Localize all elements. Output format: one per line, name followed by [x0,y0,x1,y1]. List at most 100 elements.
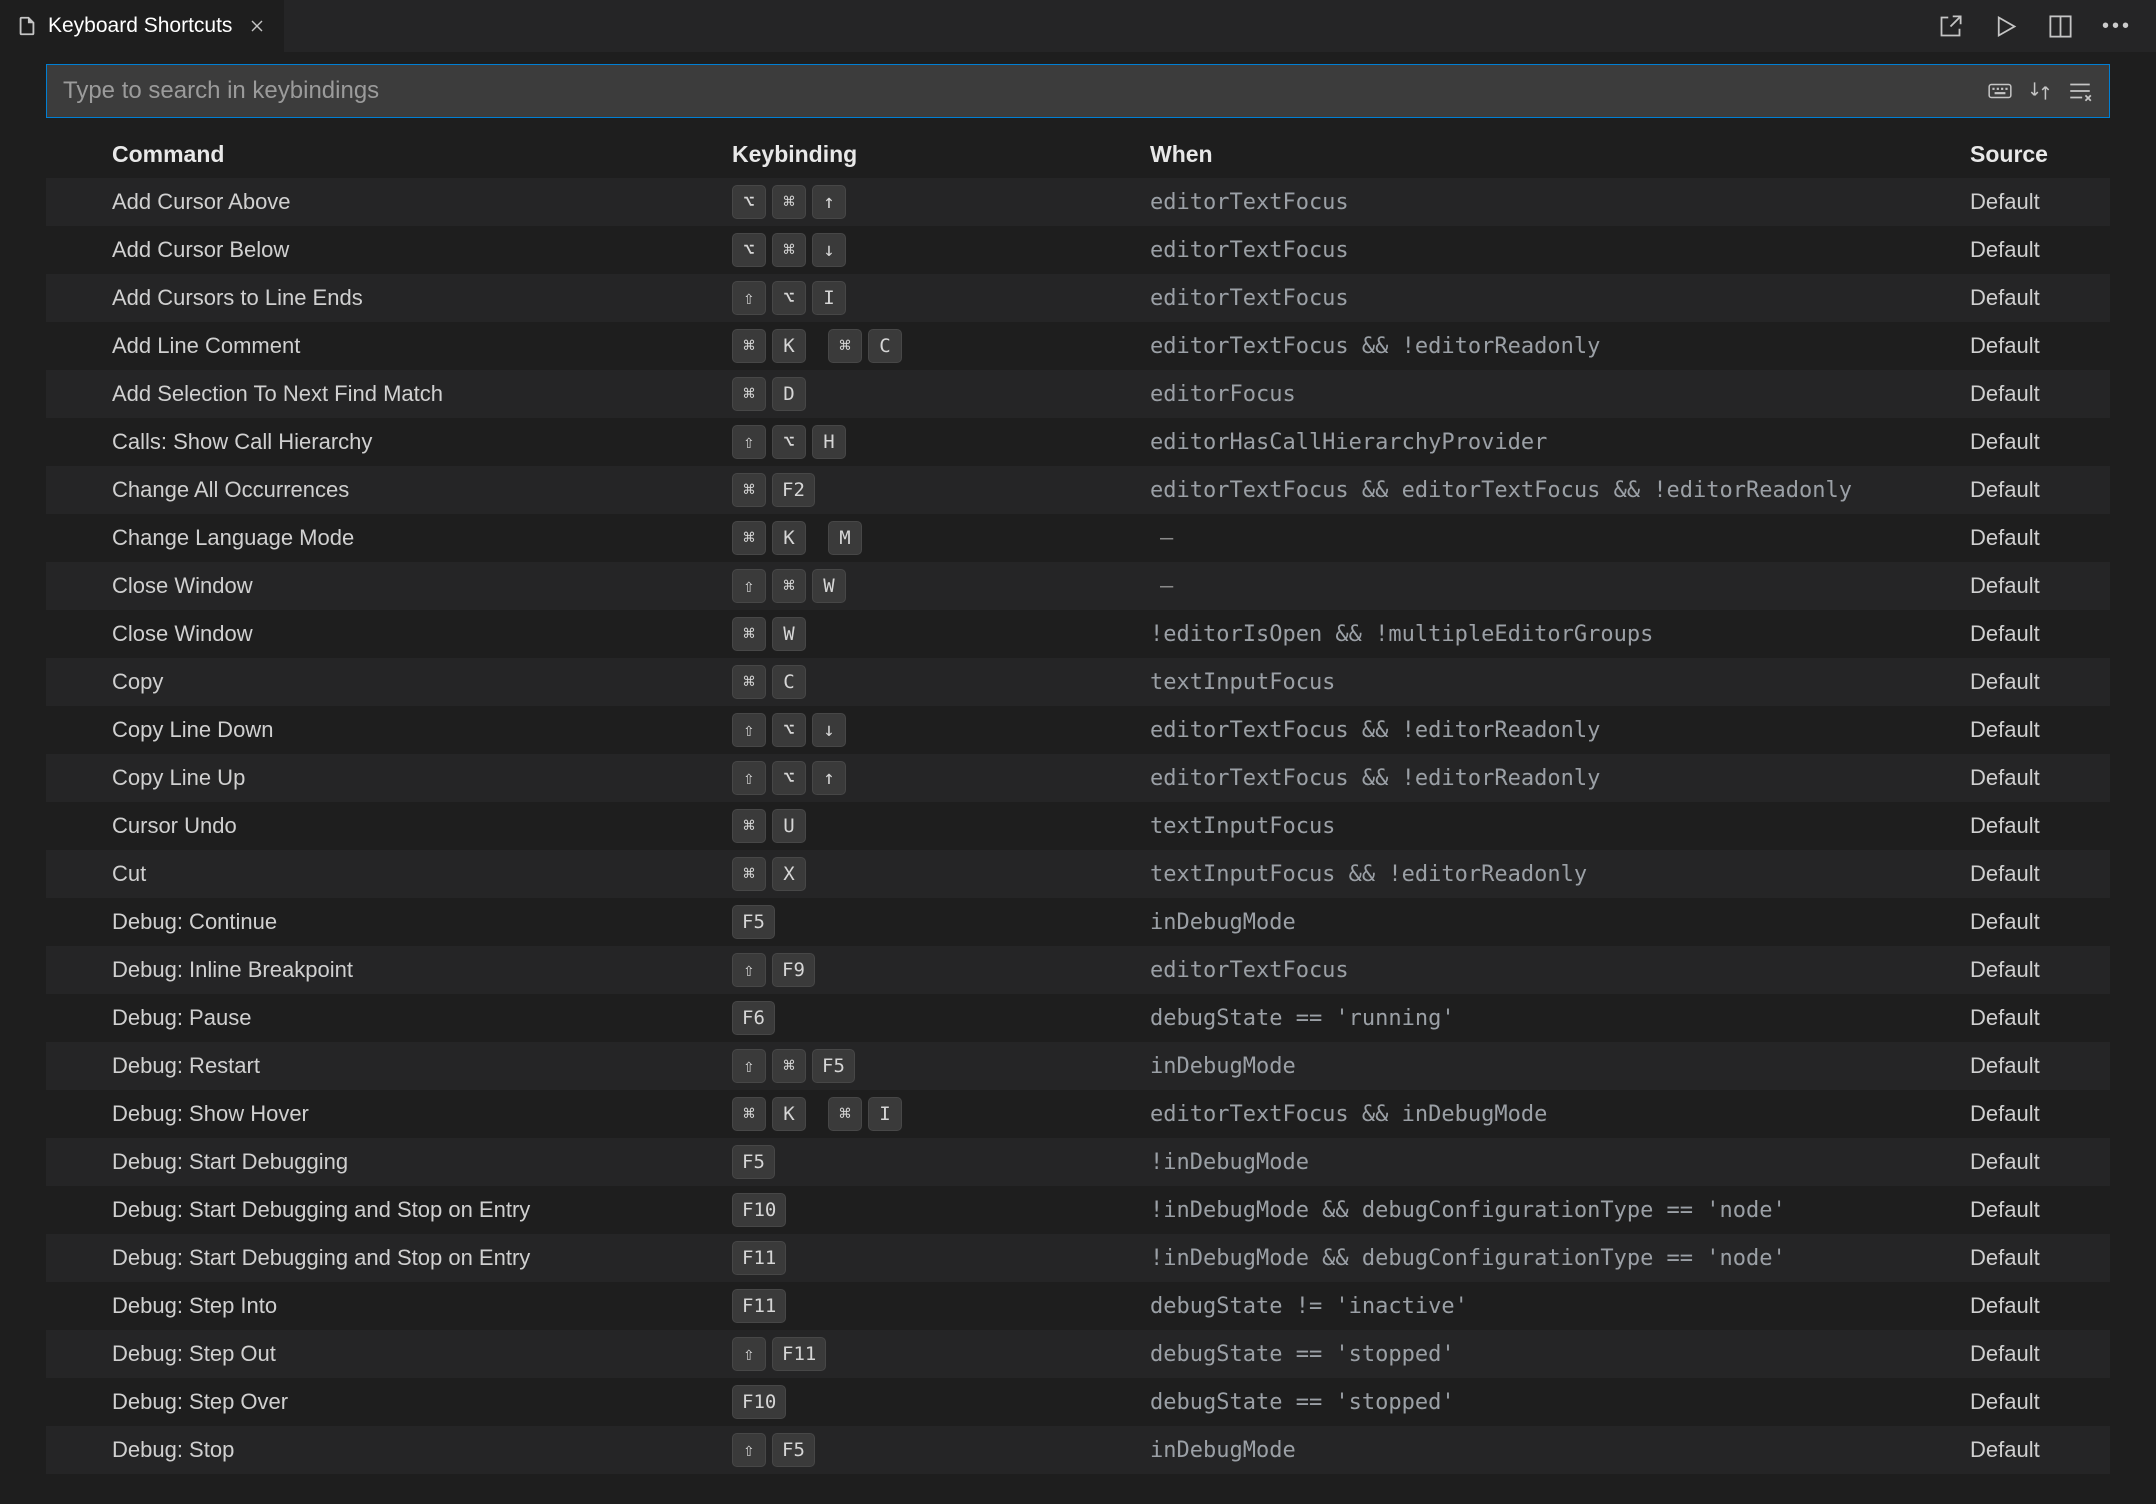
key-cap: ⌘ [732,1097,766,1131]
header-when[interactable]: When [1150,141,1970,168]
source-cell: Default [1970,1437,2110,1463]
keybinding-cell: F11 [732,1289,1150,1323]
table-row[interactable]: Debug: Inline Breakpoint⇧F9editorTextFoc… [46,946,2110,994]
when-cell: !inDebugMode && debugConfigurationType =… [1150,1246,1970,1271]
search-input[interactable] [63,65,1987,117]
tab-group: Keyboard Shortcuts [0,0,284,52]
table-row[interactable]: Add Selection To Next Find Match⌘Deditor… [46,370,2110,418]
key-cap: ⇧ [732,1433,766,1467]
table-header: Command Keybinding When Source [46,130,2110,178]
key-cap: M [828,521,862,555]
source-cell: Default [1970,381,2110,407]
clear-filter-icon[interactable] [2067,78,2093,104]
source-cell: Default [1970,717,2110,743]
table-row[interactable]: Debug: Show Hover⌘K⌘IeditorTextFocus && … [46,1090,2110,1138]
source-cell: Default [1970,477,2110,503]
table-row[interactable]: Add Line Comment⌘K⌘CeditorTextFocus && !… [46,322,2110,370]
keybinding-cell: ⇧F9 [732,953,1150,987]
open-file-icon[interactable] [1937,13,1964,40]
record-keys-icon[interactable] [1987,78,2013,104]
table-row[interactable]: Cursor Undo⌘UtextInputFocusDefault [46,802,2110,850]
table-row[interactable]: Copy Line Up⇧⌥↑editorTextFocus && !edito… [46,754,2110,802]
table-row[interactable]: Debug: Start DebuggingF5!inDebugModeDefa… [46,1138,2110,1186]
key-cap: ↓ [812,713,846,747]
table-row[interactable]: Close Window⌘W!editorIsOpen && !multiple… [46,610,2110,658]
when-cell: editorTextFocus [1150,958,1970,983]
table-row[interactable]: Cut⌘XtextInputFocus && !editorReadonlyDe… [46,850,2110,898]
source-cell: Default [1970,909,2110,935]
when-cell: inDebugMode [1150,1438,1970,1463]
table-row[interactable]: Debug: ContinueF5inDebugModeDefault [46,898,2110,946]
when-cell: debugState == 'running' [1150,1006,1970,1031]
keybinding-cell: F6 [732,1001,1150,1035]
source-cell: Default [1970,813,2110,839]
header-source[interactable]: Source [1970,141,2110,168]
command-cell: Debug: Step Out [112,1341,732,1367]
source-cell: Default [1970,765,2110,791]
keybinding-cell: F10 [732,1385,1150,1419]
table-row[interactable]: Add Cursors to Line Ends⇧⌥IeditorTextFoc… [46,274,2110,322]
table-row[interactable]: Calls: Show Call Hierarchy⇧⌥HeditorHasCa… [46,418,2110,466]
header-command[interactable]: Command [112,141,732,168]
source-cell: Default [1970,1005,2110,1031]
key-cap: F5 [772,1433,815,1467]
key-cap: F5 [732,905,775,939]
table-row[interactable]: Close Window⇧⌘W—Default [46,562,2110,610]
table-row[interactable]: Debug: Step Out⇧F11debugState == 'stoppe… [46,1330,2110,1378]
key-cap: ⌘ [772,233,806,267]
more-actions-icon[interactable]: ••• [2102,15,2132,38]
key-cap: F6 [732,1001,775,1035]
key-cap: ⌘ [772,185,806,219]
key-cap: I [868,1097,902,1131]
keybinding-cell: ⇧⌘W [732,569,1150,603]
table-row[interactable]: Debug: Start Debugging and Stop on Entry… [46,1186,2110,1234]
tab-bar: Keyboard Shortcuts ••• [0,0,2156,52]
key-cap: ⇧ [732,953,766,987]
source-cell: Default [1970,1341,2110,1367]
command-cell: Debug: Continue [112,909,732,935]
source-cell: Default [1970,621,2110,647]
split-editor-icon[interactable] [2047,13,2074,40]
key-cap: K [772,329,806,363]
close-icon[interactable] [246,15,268,37]
key-cap: ⌘ [732,377,766,411]
source-cell: Default [1970,957,2110,983]
key-cap: C [772,665,806,699]
key-cap: ⌥ [772,713,806,747]
sort-icon[interactable] [2027,78,2053,104]
run-icon[interactable] [1992,13,2019,40]
key-cap: ⌥ [772,425,806,459]
when-cell: editorTextFocus && !editorReadonly [1150,718,1970,743]
source-cell: Default [1970,285,2110,311]
command-cell: Debug: Restart [112,1053,732,1079]
key-cap: ⇧ [732,1337,766,1371]
source-cell: Default [1970,525,2110,551]
table-row[interactable]: Debug: Step IntoF11debugState != 'inacti… [46,1282,2110,1330]
source-cell: Default [1970,189,2110,215]
table-row[interactable]: Debug: PauseF6debugState == 'running'Def… [46,994,2110,1042]
table-row[interactable]: Debug: Step OverF10debugState == 'stoppe… [46,1378,2110,1426]
table-row[interactable]: Copy Line Down⇧⌥↓editorTextFocus && !edi… [46,706,2110,754]
key-cap: ⌥ [772,281,806,315]
table-row[interactable]: Debug: Start Debugging and Stop on Entry… [46,1234,2110,1282]
command-cell: Debug: Start Debugging and Stop on Entry [112,1197,732,1223]
when-cell: — [1150,526,1970,551]
header-keybinding[interactable]: Keybinding [732,141,1150,168]
when-cell: editorTextFocus [1150,238,1970,263]
table-row[interactable]: Change Language Mode⌘KM—Default [46,514,2110,562]
table-row[interactable]: Debug: Stop⇧F5inDebugModeDefault [46,1426,2110,1474]
key-cap: ⌥ [732,185,766,219]
table-row[interactable]: Change All Occurrences⌘F2editorTextFocus… [46,466,2110,514]
key-cap: D [772,377,806,411]
when-cell: — [1150,574,1970,599]
tab-keyboard-shortcuts[interactable]: Keyboard Shortcuts [0,0,284,52]
table-row[interactable]: Add Cursor Above⌥⌘↑editorTextFocusDefaul… [46,178,2110,226]
key-cap: ⌘ [828,329,862,363]
when-cell: editorHasCallHierarchyProvider [1150,430,1970,455]
key-cap: I [812,281,846,315]
table-row[interactable]: Debug: Restart⇧⌘F5inDebugModeDefault [46,1042,2110,1090]
keybinding-cell: ⌘W [732,617,1150,651]
when-cell: !inDebugMode [1150,1150,1970,1175]
table-row[interactable]: Copy⌘CtextInputFocusDefault [46,658,2110,706]
table-row[interactable]: Add Cursor Below⌥⌘↓editorTextFocusDefaul… [46,226,2110,274]
